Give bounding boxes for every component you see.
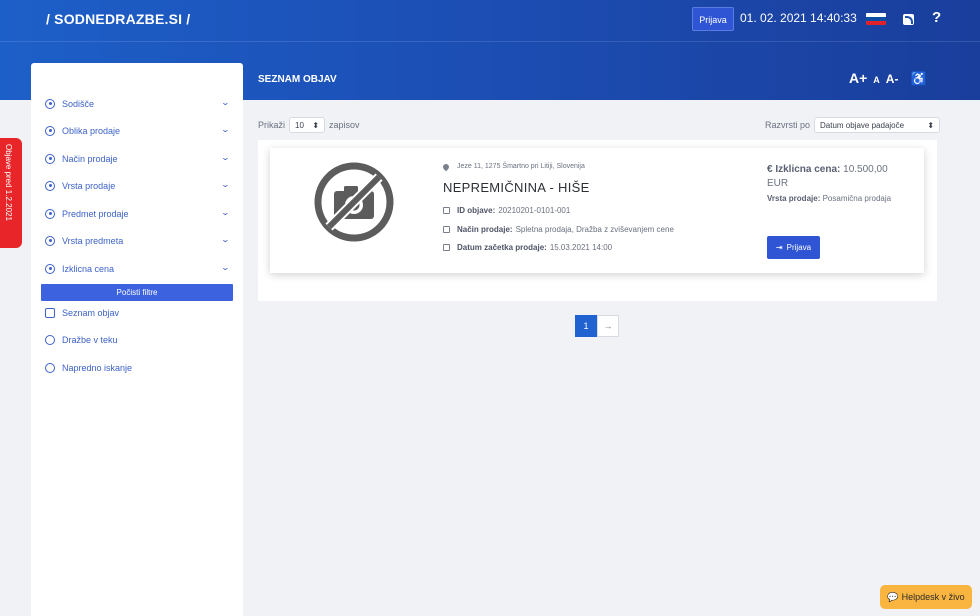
filter-sodisce[interactable]: Sodišče ⌄	[45, 95, 231, 113]
font-increase-button[interactable]: A+	[849, 70, 867, 86]
sale-type-value: Posamična prodaja	[822, 194, 892, 203]
font-size-controls: A+ A A- ♿	[849, 70, 927, 87]
filter-label: Način prodaje	[62, 154, 118, 164]
clear-filters-button[interactable]: Počisti filtre	[41, 284, 233, 301]
clock-icon	[45, 335, 55, 345]
sidebar: Sodišče ⌄ Oblika prodaje ⌄ Način prodaje…	[31, 63, 243, 616]
user-circle-icon	[45, 209, 55, 219]
user-circle-icon	[45, 264, 55, 274]
listing-start-date: Datum začetka prodaje: 15.03.2021 14:00	[443, 240, 612, 254]
listing-price: € Izklicna cena: 10.500,00 EUR	[767, 163, 917, 191]
slovenian-flag-icon[interactable]	[866, 13, 886, 25]
sidebar-item-label: Seznam objav	[62, 308, 120, 318]
user-circle-icon	[45, 126, 55, 136]
page-1-button[interactable]: 1	[575, 315, 597, 337]
sidebar-item-seznam-objav[interactable]: Seznam objav	[45, 304, 119, 322]
no-camera-icon	[314, 162, 394, 242]
list-icon	[443, 225, 450, 233]
chevron-down-icon: ⌄	[220, 208, 231, 217]
chevron-down-icon: ⌄	[220, 263, 231, 272]
sidebar-item-napredno-iskanje[interactable]: Napredno iskanje	[45, 359, 132, 377]
header-divider	[0, 41, 980, 42]
sidebar-item-label: Dražbe v teku	[62, 335, 118, 345]
help-button[interactable]: ?	[932, 9, 941, 26]
wheelchair-icon[interactable]: ♿	[910, 71, 926, 87]
filter-label: Predmet prodaje	[62, 209, 129, 219]
sale-type-label: Vrsta prodaje:	[767, 194, 821, 203]
helpdesk-label: Helpdesk v živo	[901, 592, 965, 602]
old-listings-tab-label: Objave pred 1.2.2021	[4, 144, 13, 221]
user-circle-icon	[45, 99, 55, 109]
filter-oblika-prodaje[interactable]: Oblika prodaje ⌄	[45, 122, 231, 140]
select-arrow-icon: ⬍	[312, 120, 320, 130]
font-normal-button[interactable]: A	[873, 75, 880, 85]
sidebar-item-label: Napredno iskanje	[62, 363, 133, 373]
login-icon: ⇥	[775, 243, 783, 252]
start-label: Datum začetka prodaje:	[457, 242, 547, 252]
filter-vrsta-prodaje[interactable]: Vrsta prodaje ⌄	[45, 177, 231, 195]
search-icon	[45, 363, 55, 373]
page-size-control: Prikaži 10 ⬍ zapisov	[258, 117, 360, 133]
login-label: Prijava	[786, 243, 812, 252]
filter-label: Oblika prodaje	[62, 126, 121, 136]
select-arrow-icon: ⬍	[927, 120, 935, 130]
old-listings-tab[interactable]: Objave pred 1.2.2021	[0, 138, 22, 248]
id-label: ID objave:	[457, 205, 496, 215]
price-value: 10.500,00	[843, 164, 888, 175]
listing-id: ID objave: 20210201-0101-001	[443, 203, 570, 217]
sort-value: Datum objave padajoče	[820, 120, 905, 130]
listing-address: Jeze 11, 1275 Šmartno pri Litiji, Sloven…	[441, 162, 585, 171]
listing-method: Način prodaje: Spletna prodaja, Dražba z…	[443, 222, 674, 236]
font-decrease-button[interactable]: A-	[886, 72, 899, 86]
filter-izklicna-cena[interactable]: Izklicna cena ⌄	[45, 260, 231, 278]
login-button[interactable]: Prijava	[692, 7, 734, 31]
filter-label: Izklicna cena	[62, 264, 115, 274]
address-text: Jeze 11, 1275 Šmartno pri Litiji, Sloven…	[457, 163, 585, 170]
sidebar-item-drazbe-v-teku[interactable]: Dražbe v teku	[45, 331, 118, 349]
chevron-down-icon: ⌄	[220, 125, 231, 134]
next-page-button[interactable]: →	[597, 315, 619, 337]
pagination: 1 →	[575, 315, 619, 337]
show-label: Prikaži	[258, 120, 286, 130]
user-circle-icon	[45, 181, 55, 191]
site-logo[interactable]: / SODNEDRAZBE.SI /	[46, 11, 190, 27]
current-datetime: 01. 02. 2021 14:40:33	[740, 11, 857, 25]
page-size-select[interactable]: 10 ⬍	[289, 117, 326, 133]
id-value: 20210201-0101-001	[498, 205, 571, 215]
user-circle-icon	[45, 236, 55, 246]
list-icon	[45, 308, 55, 318]
page-size-value: 10	[295, 120, 304, 130]
user-circle-icon	[45, 154, 55, 164]
listing-title[interactable]: NEPREMIČNINA - HIŠE	[443, 180, 590, 195]
id-icon	[443, 206, 450, 214]
filter-label: Vrsta predmeta	[62, 236, 124, 246]
price-currency: EUR	[767, 178, 789, 189]
filter-nacin-prodaje[interactable]: Način prodaje ⌄	[45, 150, 231, 168]
sort-select[interactable]: Datum objave padajoče ⬍	[814, 117, 941, 133]
calendar-icon	[443, 243, 450, 251]
records-label: zapisov	[329, 120, 360, 130]
chevron-down-icon: ⌄	[220, 180, 231, 189]
listing-sale-type: Vrsta prodaje: Posamična prodaja	[767, 193, 917, 205]
price-label: € Izklicna cena:	[767, 164, 841, 175]
start-value: 15.03.2021 14:00	[549, 242, 613, 252]
chevron-down-icon: ⌄	[220, 98, 231, 107]
chevron-down-icon: ⌄	[220, 235, 231, 244]
rss-icon[interactable]	[903, 14, 914, 25]
listing-login-button[interactable]: ⇥ Prijava	[767, 236, 820, 259]
filter-label: Sodišče	[62, 99, 95, 109]
sort-label: Razvrsti po	[765, 120, 811, 130]
map-pin-icon	[441, 162, 451, 171]
chat-icon: 💬	[887, 591, 899, 602]
method-value: Spletna prodaja, Dražba z zviševanjem ce…	[515, 224, 674, 234]
filter-predmet-prodaje[interactable]: Predmet prodaje ⌄	[45, 205, 231, 223]
filter-vrsta-predmeta[interactable]: Vrsta predmeta ⌄	[45, 232, 231, 250]
helpdesk-button[interactable]: 💬 Helpdesk v živo	[880, 585, 972, 609]
page-title: SEZNAM OBJAV	[258, 74, 337, 85]
chevron-down-icon: ⌄	[220, 153, 231, 162]
filter-label: Vrsta prodaje	[62, 181, 116, 191]
flag-stripe-red	[866, 21, 886, 25]
sort-control: Razvrsti po Datum objave padajoče ⬍	[765, 117, 944, 133]
method-label: Način prodaje:	[457, 224, 513, 234]
